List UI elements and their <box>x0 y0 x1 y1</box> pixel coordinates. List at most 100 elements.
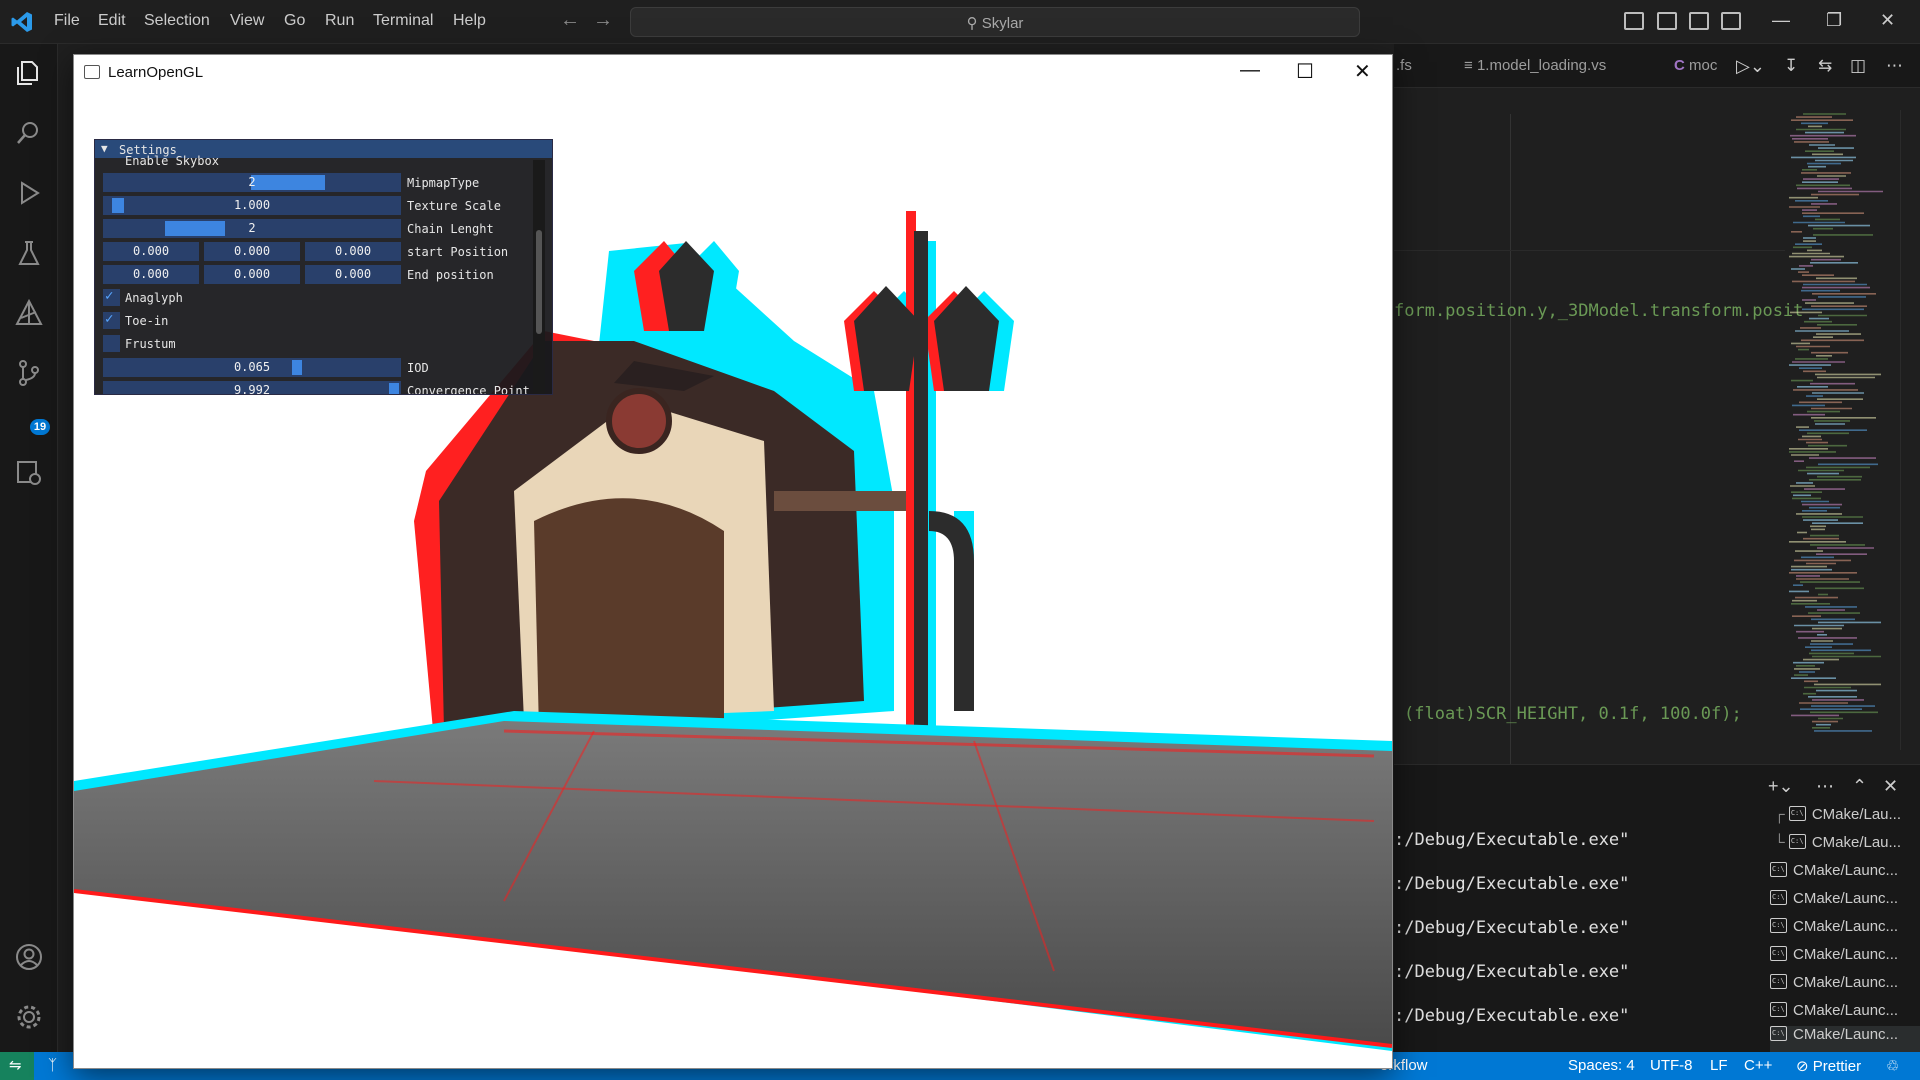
opengl-titlebar[interactable]: LearnOpenGL — ☐ ✕ <box>74 55 1392 91</box>
scrollbar-thumb[interactable] <box>536 230 542 334</box>
menu-terminal[interactable]: Terminal <box>373 12 433 30</box>
prettier-check-icon: ⊘ <box>1796 1058 1809 1075</box>
status-language[interactable]: C++ <box>1744 1057 1772 1074</box>
status-encoding[interactable]: UTF-8 <box>1650 1057 1693 1074</box>
convergence-slider[interactable]: 9.992 <box>103 381 401 394</box>
run-button-icon[interactable]: ▷⌄ <box>1736 44 1765 88</box>
frustum-checkbox[interactable] <box>103 335 120 352</box>
editor-scrollbar[interactable] <box>1900 110 1914 750</box>
maximize-icon[interactable]: ☐ <box>1296 59 1314 84</box>
session-label: CMake/Launc... <box>1793 946 1899 963</box>
toggle-panel-icon[interactable] <box>1657 12 1677 30</box>
terminal-line[interactable]: :/Debug/Executable.exe" <box>1394 1006 1629 1026</box>
render-viewport[interactable]: ▼ Settings Enable Skybox 2 MipmapType 1.… <box>74 91 1392 1068</box>
minimize-icon[interactable]: — <box>1240 59 1260 82</box>
code-line-1[interactable]: form.position.y,_3DModel.transform.posit <box>1394 301 1803 321</box>
customize-layout-icon[interactable] <box>1721 12 1741 30</box>
status-prettier[interactable]: ⊘ Prettier <box>1796 1057 1861 1075</box>
terminal-line[interactable]: :/Debug/Executable.exe" <box>1394 830 1629 850</box>
close-icon[interactable]: ✕ <box>1354 59 1371 84</box>
status-spaces[interactable]: Spaces: 4 <box>1568 1057 1635 1074</box>
imgui-scrollbar[interactable] <box>533 160 545 394</box>
mipmap-slider[interactable]: 2 <box>103 173 401 192</box>
end-position-x[interactable]: 0.000 <box>103 265 199 284</box>
menu-edit[interactable]: Edit <box>98 12 126 30</box>
minimize-icon[interactable]: — <box>1772 10 1790 31</box>
code-line-2[interactable]: (float)SCR_HEIGHT, 0.1f, 100.0f); <box>1404 704 1742 724</box>
search-icon: ⚲ <box>966 15 978 32</box>
tab-moc[interactable]: C moc <box>1674 44 1717 88</box>
start-position-label: start Position <box>407 245 509 259</box>
more-icon[interactable]: ⋯ <box>1816 776 1834 797</box>
texture-scale-slider[interactable]: 1.000 <box>103 196 401 215</box>
tab-fs[interactable]: .fs <box>1396 44 1412 88</box>
notifications-bell-icon[interactable]: ♲ <box>1886 1057 1899 1075</box>
split-editor-icon[interactable]: ◫ <box>1850 44 1866 88</box>
anaglyph-checkbox[interactable]: ✓ <box>103 288 120 306</box>
account-icon[interactable] <box>14 942 44 972</box>
toggle-primary-sidebar-icon[interactable] <box>1624 12 1644 30</box>
close-icon[interactable]: ✕ <box>1880 10 1895 31</box>
close-panel-icon[interactable]: ✕ <box>1883 776 1898 797</box>
opengl-window[interactable]: LearnOpenGL — ☐ ✕ ▼ Settings Enable Skyb… <box>73 54 1393 1069</box>
menu-help[interactable]: Help <box>453 12 486 30</box>
terminal-session[interactable]: CMake/Launc... <box>1770 974 1920 1000</box>
end-position-y[interactable]: 0.000 <box>204 265 300 284</box>
terminal-line[interactable]: :/Debug/Executable.exe" <box>1394 962 1629 982</box>
terminal-session[interactable]: ┌ CMake/Lau... <box>1774 806 1920 832</box>
menu-view[interactable]: View <box>230 12 264 30</box>
imgui-settings-panel[interactable]: ▼ Settings Enable Skybox 2 MipmapType 1.… <box>94 139 553 395</box>
terminal-icon <box>1770 974 1787 989</box>
remote-indicator[interactable]: ⇋ <box>0 1052 34 1080</box>
start-position-x[interactable]: 0.000 <box>103 242 199 261</box>
activity-bar: 19 <box>0 44 58 1052</box>
terminal-icon <box>1770 1026 1787 1041</box>
enable-skybox-label[interactable]: Enable Skybox <box>125 154 219 168</box>
slider-value: 1.000 <box>233 198 271 212</box>
testing-flask-icon[interactable] <box>14 238 44 268</box>
minimap[interactable] <box>1785 110 1895 750</box>
terminal-session[interactable]: CMake/Launc... <box>1770 1002 1920 1028</box>
explorer-icon[interactable] <box>14 58 44 88</box>
save-icon[interactable]: ↧ <box>1784 44 1798 88</box>
run-debug-icon[interactable] <box>14 178 44 208</box>
restore-icon[interactable]: ❐ <box>1826 10 1842 31</box>
terminal-session-active[interactable]: CMake/Launc... <box>1770 1026 1920 1052</box>
manage-gear-icon[interactable] <box>14 1002 44 1032</box>
menu-run[interactable]: Run <box>325 12 354 30</box>
status-eol[interactable]: LF <box>1710 1057 1728 1074</box>
branch-icon[interactable]: ᛉ <box>48 1057 57 1074</box>
terminal-session[interactable]: CMake/Launc... <box>1770 890 1920 916</box>
collapse-triangle-icon[interactable]: ▼ <box>101 142 108 155</box>
command-center-search[interactable]: ⚲ Skylar <box>630 7 1360 37</box>
chain-length-slider[interactable]: 2 <box>103 219 401 238</box>
tab-model-loading-vs[interactable]: ≡ 1.model_loading.vs <box>1464 44 1606 88</box>
terminal-session[interactable]: CMake/Launc... <box>1770 918 1920 944</box>
search-icon[interactable] <box>14 118 44 148</box>
menu-file[interactable]: File <box>54 12 80 30</box>
toggle-secondary-sidebar-icon[interactable] <box>1689 12 1709 30</box>
menu-selection[interactable]: Selection <box>144 12 210 30</box>
start-position-z[interactable]: 0.000 <box>305 242 401 261</box>
cmake-icon[interactable] <box>14 298 44 328</box>
maximize-panel-icon[interactable]: ⌃ <box>1852 776 1867 797</box>
iod-slider[interactable]: 0.065 <box>103 358 401 377</box>
terminal-line[interactable]: :/Debug/Executable.exe" <box>1394 874 1629 894</box>
texture-scale-label: Texture Scale <box>407 199 501 213</box>
source-control-icon[interactable] <box>14 358 44 388</box>
remote-explorer-icon[interactable] <box>14 458 44 488</box>
forward-arrow-icon[interactable]: → <box>593 9 613 32</box>
new-terminal-icon[interactable]: +⌄ <box>1768 776 1794 797</box>
terminal-session[interactable]: CMake/Launc... <box>1770 862 1920 888</box>
menu-go[interactable]: Go <box>284 12 305 30</box>
toe-in-checkbox[interactable]: ✓ <box>103 311 120 329</box>
terminal-session[interactable]: CMake/Launc... <box>1770 946 1920 972</box>
terminal-session[interactable]: └ CMake/Lau... <box>1774 834 1920 860</box>
terminal-line[interactable]: :/Debug/Executable.exe" <box>1394 918 1629 938</box>
field-value: 0.000 <box>334 267 372 281</box>
compare-icon[interactable]: ⇆ <box>1818 44 1832 88</box>
more-actions-icon[interactable]: ⋯ <box>1886 44 1903 88</box>
end-position-z[interactable]: 0.000 <box>305 265 401 284</box>
start-position-y[interactable]: 0.000 <box>204 242 300 261</box>
back-arrow-icon[interactable]: ← <box>560 9 580 32</box>
